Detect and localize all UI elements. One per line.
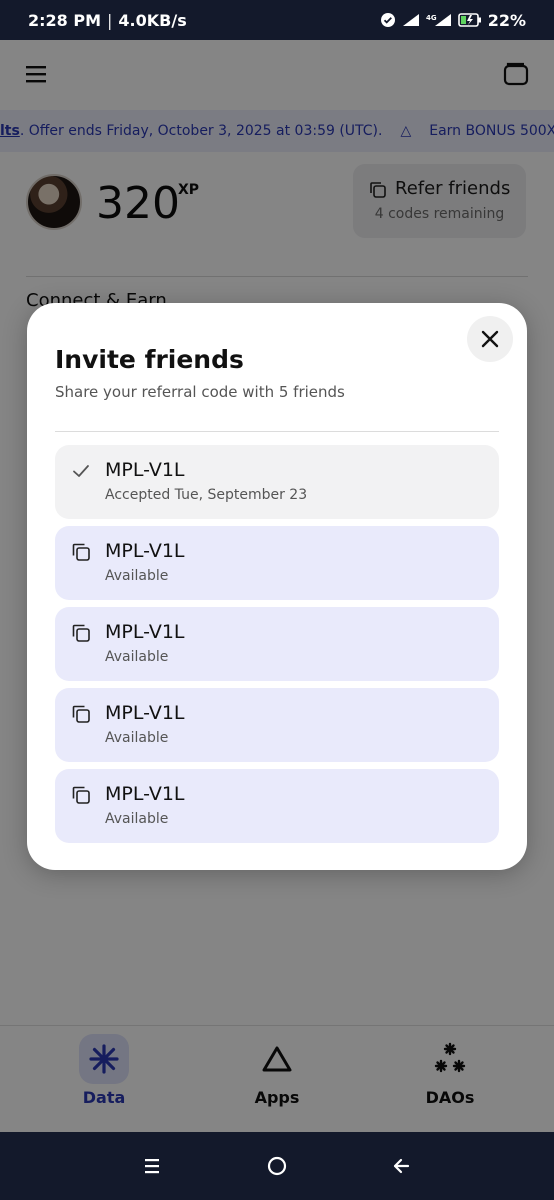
vpn-check-icon: [380, 12, 396, 28]
network-label: 4G: [426, 14, 437, 22]
code-status: Available: [105, 811, 169, 827]
code-item-accepted: MPL-V1L Accepted Tue, September 23: [55, 445, 499, 519]
code-item-available[interactable]: MPL-V1L Available: [55, 607, 499, 681]
copy-icon: [72, 624, 90, 642]
modal-subtitle: Share your referral code with 5 friends: [55, 383, 345, 401]
home-icon: [267, 1156, 287, 1176]
code-value: MPL-V1L: [105, 621, 185, 643]
status-bar: 2:28 PM | 4.0KB/s 4G 22%: [0, 0, 554, 40]
copy-icon: [72, 543, 90, 561]
code-status: Accepted Tue, September 23: [105, 487, 308, 503]
recents-icon: [145, 1159, 159, 1174]
battery-icon: [457, 13, 482, 27]
code-item-available[interactable]: MPL-V1L Available: [55, 688, 499, 762]
status-separator: |: [107, 10, 113, 30]
close-button[interactable]: [467, 316, 513, 362]
system-nav-bar: [0, 1132, 554, 1200]
copy-icon: [72, 786, 90, 804]
modal-divider: [55, 431, 499, 432]
status-right: 4G 22%: [380, 11, 526, 30]
close-icon: [481, 330, 499, 348]
code-value: MPL-V1L: [105, 540, 185, 562]
code-status: Available: [105, 730, 169, 746]
status-left: 2:28 PM | 4.0KB/s: [28, 11, 187, 30]
home-button[interactable]: [265, 1154, 289, 1178]
recents-button[interactable]: [140, 1154, 164, 1178]
copy-icon: [72, 705, 90, 723]
status-speed: 4.0KB/s: [118, 10, 187, 30]
code-value: MPL-V1L: [105, 702, 185, 724]
code-item-available[interactable]: MPL-V1L Available: [55, 526, 499, 600]
back-icon: [393, 1158, 410, 1174]
status-time: 2:28 PM: [28, 10, 102, 30]
code-value: MPL-V1L: [105, 783, 185, 805]
code-list: MPL-V1L Accepted Tue, September 23 MPL-V…: [55, 445, 499, 850]
code-value: MPL-V1L: [105, 459, 185, 481]
code-status: Available: [105, 649, 169, 665]
signal-icon: [402, 13, 420, 27]
signal-4g-icon: 4G: [426, 13, 452, 27]
modal-title: Invite friends: [55, 345, 244, 374]
back-button[interactable]: [388, 1154, 412, 1178]
check-icon: [73, 465, 89, 477]
code-status: Available: [105, 568, 169, 584]
code-item-available[interactable]: MPL-V1L Available: [55, 769, 499, 843]
invite-friends-modal: Invite friends Share your referral code …: [27, 303, 527, 870]
battery-percent: 22%: [487, 10, 526, 30]
